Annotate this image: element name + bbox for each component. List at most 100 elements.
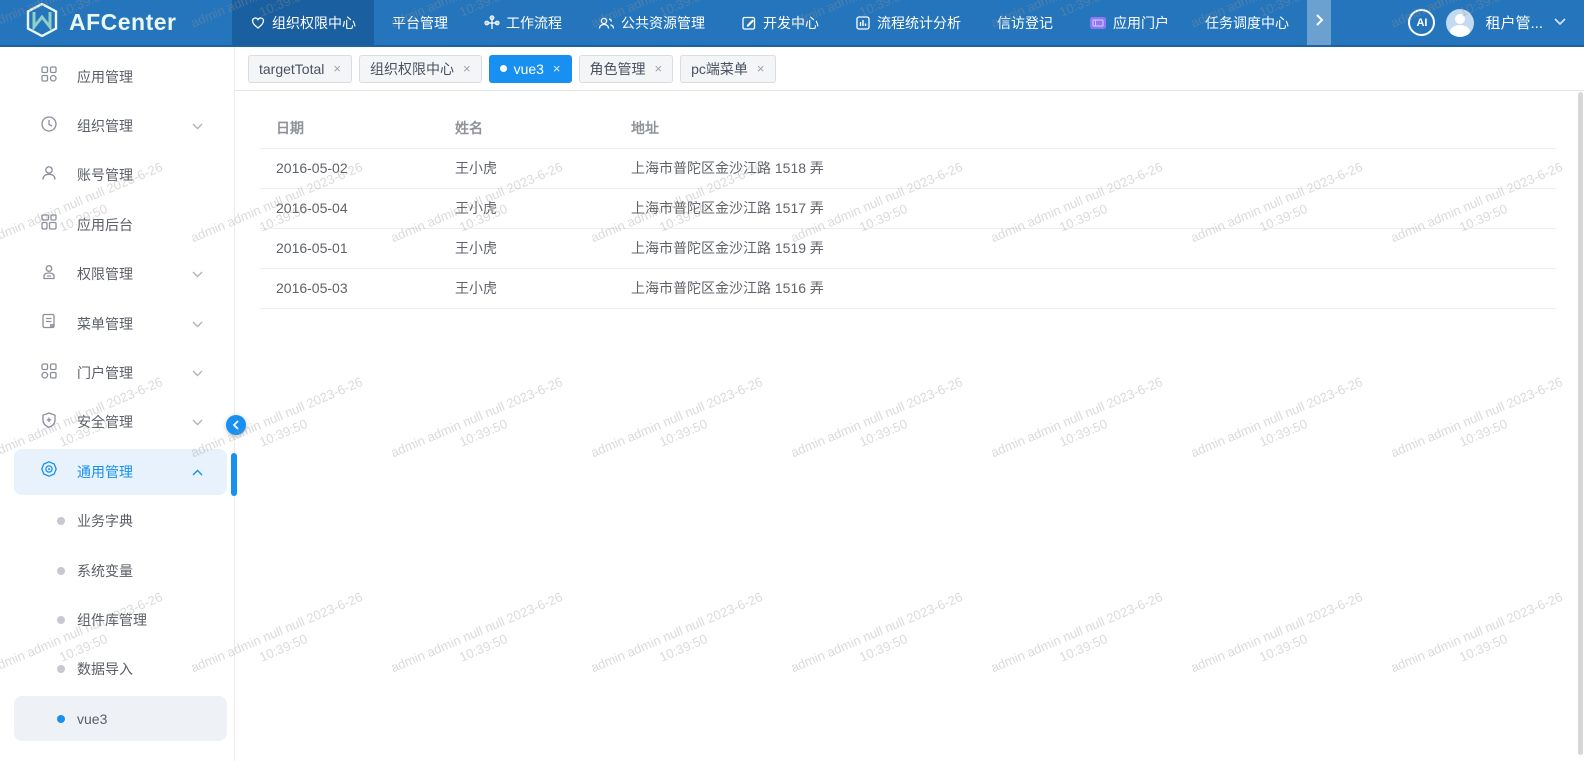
open-tabs-bar: targetTotal×组织权限中心×vue3×角色管理×pc端菜单× <box>235 47 1584 91</box>
nav-item-7[interactable]: 信访登记 <box>979 0 1071 45</box>
sidebar-item-inner: 应用后台 <box>14 202 227 247</box>
table-cell: 王小虎 <box>439 148 615 188</box>
nav-item-9[interactable]: 任务调度中心 <box>1187 0 1307 45</box>
bullet-dot-icon <box>57 567 65 575</box>
tab-pc端菜单[interactable]: pc端菜单 × <box>680 55 775 83</box>
sidebar-item-label: 通用管理 <box>77 462 133 482</box>
chevron-down-icon <box>192 315 203 333</box>
ai-assistant-icon[interactable]: AI <box>1408 9 1435 36</box>
sidebar-subitem-label: 数据导入 <box>77 659 133 679</box>
nav-item-3[interactable]: 工作流程 <box>466 0 580 45</box>
sidebar-subitem-数据导入[interactable]: 数据导入 <box>0 645 234 694</box>
tab-label: 角色管理 <box>590 59 646 79</box>
chevron-down-icon <box>192 117 203 135</box>
nav-scroll-right-button[interactable] <box>1307 0 1331 45</box>
page-scrollbar-thumb[interactable] <box>1578 92 1583 755</box>
sidebar-item-label: 账号管理 <box>77 165 133 185</box>
nav-item-6[interactable]: 流程统计分析 <box>837 0 979 45</box>
tab-label: 组织权限中心 <box>370 59 454 79</box>
bullet-dot-icon <box>57 665 65 673</box>
sidebar-item-inner: 菜单管理 <box>14 301 227 346</box>
nav-item-label: 应用门户 <box>1113 13 1169 33</box>
sidebar-subitem-inner: 组件库管理 <box>14 597 227 642</box>
table-cell: 王小虎 <box>439 228 615 268</box>
sidebar-subitem-业务字典[interactable]: 业务字典 <box>0 497 234 546</box>
chevron-up-icon <box>192 463 203 481</box>
sidebar-item-5[interactable]: 权限管理 <box>0 250 234 299</box>
table-cell: 上海市普陀区金沙江路 1518 弄 <box>615 148 1556 188</box>
tenant-name[interactable]: 租户管... <box>1485 12 1543 33</box>
table-header-row: 日期姓名地址 <box>260 108 1556 148</box>
table-row: 2016-05-03王小虎上海市普陀区金沙江路 1516 弄 <box>260 268 1556 308</box>
sidebar-item-inner: 账号管理 <box>14 153 227 198</box>
avatar[interactable] <box>1446 9 1474 37</box>
app-backend-icon <box>40 213 58 236</box>
column-header-日期: 日期 <box>260 108 439 148</box>
sidebar-item-4[interactable]: 应用后台 <box>0 200 234 249</box>
sidebar-item-inner: 权限管理 <box>14 252 227 297</box>
nav-item-2[interactable]: 平台管理 <box>374 0 466 45</box>
afcenter-logo-icon <box>26 3 58 42</box>
tab-label: targetTotal <box>259 61 324 77</box>
sidebar-item-2[interactable]: 组织管理 <box>0 101 234 150</box>
tab-label: pc端菜单 <box>691 59 748 79</box>
target-icon <box>40 460 58 483</box>
nav-item-4[interactable]: 公共资源管理 <box>580 0 723 45</box>
sidebar-item-1[interactable]: 应用管理 <box>0 52 234 101</box>
nav-item-label: 组织权限中心 <box>272 13 356 33</box>
nav-item-label: 任务调度中心 <box>1205 13 1289 33</box>
nav-item-label: 工作流程 <box>506 13 562 33</box>
sidebar-item-6[interactable]: 菜单管理 <box>0 299 234 348</box>
sidebar-collapse-button[interactable] <box>226 415 246 435</box>
people-icon <box>598 15 615 31</box>
data-table: 日期姓名地址 2016-05-02王小虎上海市普陀区金沙江路 1518 弄201… <box>260 108 1556 309</box>
menu-doc-icon <box>40 312 58 335</box>
tab-close-icon[interactable]: × <box>463 62 471 75</box>
sidebar-item-8[interactable]: 安全管理 <box>0 398 234 447</box>
tab-vue3[interactable]: vue3× <box>489 55 572 83</box>
sidebar-item-9[interactable]: 通用管理 <box>0 447 234 496</box>
sidebar-subitem-组件库管理[interactable]: 组件库管理 <box>0 595 234 644</box>
column-header-地址: 地址 <box>615 108 1556 148</box>
sidebar-subitem-vue3[interactable]: vue3 <box>0 694 234 743</box>
chevron-down-icon <box>192 413 203 431</box>
table-cell: 上海市普陀区金沙江路 1519 弄 <box>615 228 1556 268</box>
sidebar-item-inner: 应用管理 <box>14 54 227 99</box>
portal-grid-icon <box>40 362 58 385</box>
chevron-down-icon[interactable] <box>1554 17 1566 29</box>
tab-close-icon[interactable]: × <box>333 62 341 75</box>
edit-square-icon <box>741 15 757 31</box>
data-table-wrap: 日期姓名地址 2016-05-02王小虎上海市普陀区金沙江路 1518 弄201… <box>260 108 1556 309</box>
nav-item-1[interactable]: 组织权限中心 <box>232 0 374 45</box>
sidebar-item-label: 权限管理 <box>77 264 133 284</box>
nav-item-label: 流程统计分析 <box>877 13 961 33</box>
tab-close-icon[interactable]: × <box>553 62 561 75</box>
sidebar-subitem-inner: 数据导入 <box>14 647 227 692</box>
table-row: 2016-05-04王小虎上海市普陀区金沙江路 1517 弄 <box>260 188 1556 228</box>
tab-targetTotal[interactable]: targetTotal × <box>248 55 352 83</box>
brand: AFCenter <box>0 0 232 45</box>
sidebar-item-7[interactable]: 门户管理 <box>0 348 234 397</box>
nav-item-8[interactable]: 应用门户 <box>1071 0 1187 45</box>
sidebar-item-label: 应用管理 <box>77 67 133 87</box>
tab-角色管理[interactable]: 角色管理 × <box>579 55 674 83</box>
sidebar-subitem-inner: 系统变量 <box>14 548 227 593</box>
chevron-down-icon <box>192 265 203 283</box>
tab-组织权限中心[interactable]: 组织权限中心 × <box>359 55 482 83</box>
tab-close-icon[interactable]: × <box>757 62 765 75</box>
table-cell: 2016-05-03 <box>260 268 439 308</box>
clock-icon <box>40 115 58 138</box>
sidebar-item-3[interactable]: 账号管理 <box>0 151 234 200</box>
sidebar-subitem-label: 业务字典 <box>77 511 133 531</box>
sidebar-subitem-系统变量[interactable]: 系统变量 <box>0 546 234 595</box>
nav-item-label: 开发中心 <box>763 13 819 33</box>
nav-item-label: 信访登记 <box>997 13 1053 33</box>
nav-item-5[interactable]: 开发中心 <box>723 0 837 45</box>
nav-item-label: 平台管理 <box>392 13 448 33</box>
sidebar-item-inner: 安全管理 <box>14 400 227 445</box>
sidebar-item-label: 安全管理 <box>77 412 133 432</box>
heart-hand-icon <box>250 15 266 31</box>
sidebar-item-label: 组织管理 <box>77 116 133 136</box>
tab-close-icon[interactable]: × <box>655 62 663 75</box>
sidebar-active-indicator <box>231 453 237 496</box>
